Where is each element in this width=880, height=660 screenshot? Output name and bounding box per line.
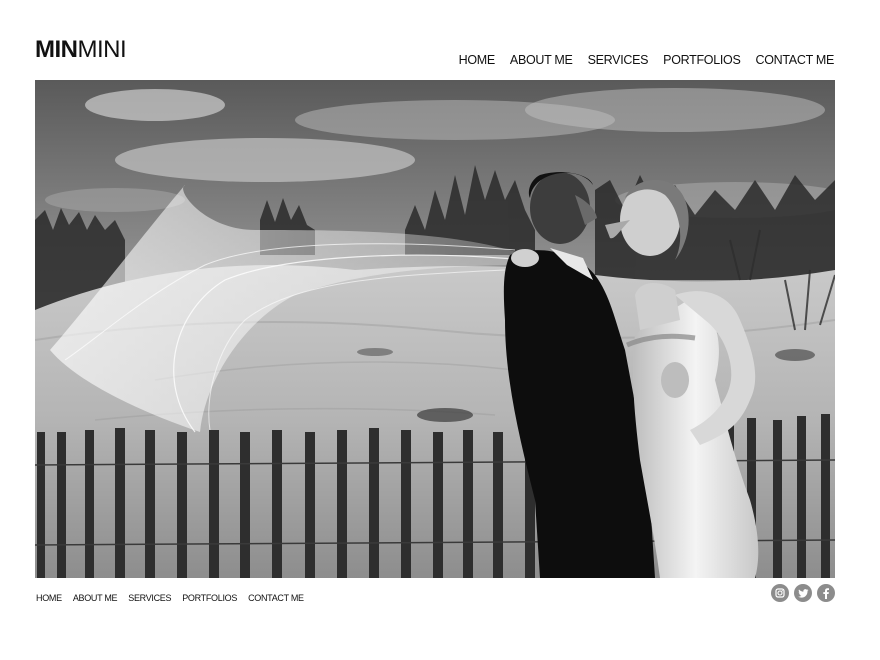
site-logo[interactable]: MINMINI [35,36,127,64]
footer-nav-home[interactable]: HOME [36,592,62,604]
logo-bold-text: MIN [35,36,78,63]
wedding-photo-image [35,80,835,578]
logo-light-text: MINI [77,36,127,63]
main-nav: HOME ABOUT ME SERVICES PORTFOLIOS CONTAC… [459,52,835,68]
nav-about-me[interactable]: ABOUT ME [510,52,573,68]
footer-nav: HOME ABOUT ME SERVICES PORTFOLIOS CONTAC… [36,592,304,604]
hero-photo [35,80,835,578]
footer-nav-about-me[interactable]: ABOUT ME [73,592,118,604]
instagram-icon[interactable] [771,584,789,602]
twitter-icon[interactable] [794,584,812,602]
nav-contact-me[interactable]: CONTACT ME [756,52,835,68]
footer-nav-portfolios[interactable]: PORTFOLIOS [182,592,237,604]
facebook-icon[interactable] [817,584,835,602]
nav-services[interactable]: SERVICES [588,52,649,68]
nav-home[interactable]: HOME [459,52,496,68]
page: MINMINI HOME ABOUT ME SERVICES PORTFOLIO… [0,0,880,660]
social-links [771,584,835,602]
footer-nav-services[interactable]: SERVICES [128,592,171,604]
footer-nav-contact-me[interactable]: CONTACT ME [248,592,304,604]
nav-portfolios[interactable]: PORTFOLIOS [663,52,741,68]
